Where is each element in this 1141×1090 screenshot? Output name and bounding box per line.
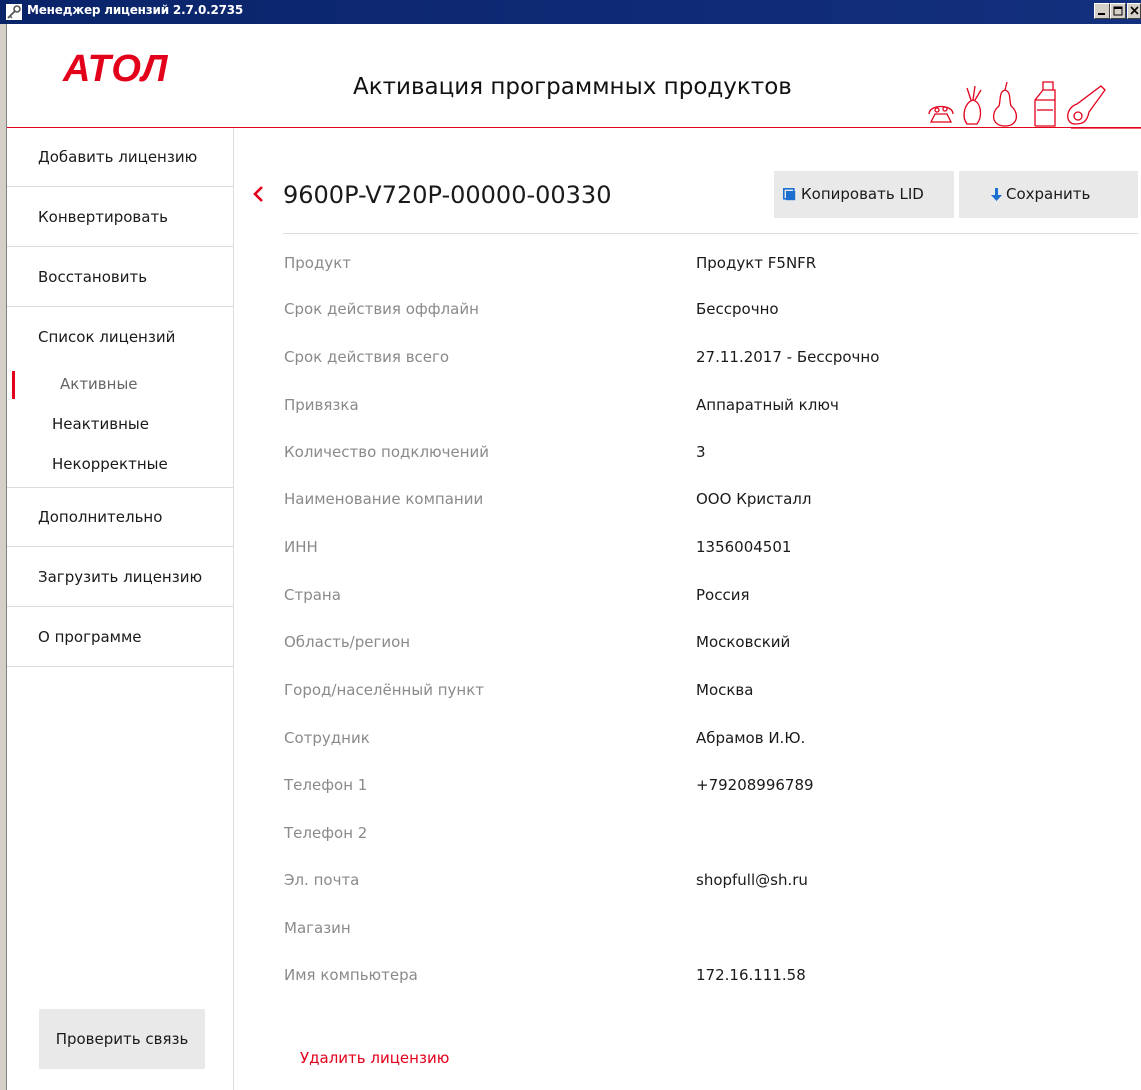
key-icon (6, 4, 22, 20)
sidebar-subitem-active[interactable]: Активные (60, 375, 138, 393)
field-value-city: Москва (696, 681, 754, 699)
save-label: Сохранить (1006, 185, 1091, 203)
page-title: Активация программных продуктов (353, 74, 792, 100)
sidebar-item-restore[interactable]: Восстановить (7, 248, 233, 307)
field-value-computer-name: 172.16.111.58 (696, 966, 806, 984)
field-value-region: Московский (696, 633, 791, 651)
field-label-binding: Привязка (284, 396, 359, 414)
delete-license-link[interactable]: Удалить лицензию (300, 1049, 449, 1067)
field-value-email: shopfull@sh.ru (696, 871, 808, 889)
field-value-employee: Абрамов И.Ю. (696, 729, 806, 747)
copy-icon (783, 188, 796, 201)
field-label-store: Магазин (284, 919, 351, 937)
field-value-binding: Аппаратный ключ (696, 396, 839, 414)
field-label-offline-term: Срок действия оффлайн (284, 300, 479, 318)
field-label-product: Продукт (284, 254, 352, 272)
field-label-region: Область/регион (284, 633, 411, 651)
field-value-connections: 3 (696, 443, 706, 461)
field-label-country: Страна (284, 586, 341, 604)
save-button[interactable]: Сохранить (959, 171, 1138, 218)
back-chevron-icon[interactable] (252, 184, 266, 204)
sidebar-item-additional[interactable]: Дополнительно (7, 488, 233, 547)
field-label-email: Эл. почта (284, 871, 360, 889)
window-title-bar[interactable]: Менеджер лицензий 2.7.0.2735 (0, 0, 1141, 24)
sidebar-subitem-incorrect[interactable]: Некорректные (52, 455, 168, 473)
copy-lid-button[interactable]: Копировать LID (774, 171, 954, 218)
active-item-marker (12, 371, 15, 399)
field-label-phone-1: Телефон 1 (284, 776, 368, 794)
minimize-button[interactable] (1094, 3, 1110, 19)
sidebar-item-upload-license[interactable]: Загрузить лицензию (7, 548, 233, 607)
window-frame (0, 24, 7, 1090)
close-button[interactable] (1127, 3, 1141, 19)
window-title: Менеджер лицензий 2.7.0.2735 (27, 3, 244, 17)
atol-logo: АТОЛ (63, 48, 169, 90)
sidebar-item-add-license[interactable]: Добавить лицензию (7, 128, 233, 187)
maximize-button[interactable] (1110, 3, 1126, 19)
field-value-product: Продукт F5NFR (696, 254, 817, 272)
field-label-city: Город/населённый пункт (284, 681, 485, 699)
sidebar-subitem-inactive[interactable]: Неактивные (52, 415, 149, 433)
field-label-total-term: Срок действия всего (284, 348, 450, 366)
products-decoration-icon (928, 81, 1141, 129)
field-value-company: ООО Кристалл (696, 490, 812, 508)
field-value-total-term: 27.11.2017 - Бессрочно (696, 348, 880, 366)
field-value-country: Россия (696, 586, 750, 604)
download-arrow-icon (991, 188, 1002, 201)
license-lid: 9600P-V720P-00000-00330 (283, 181, 612, 209)
field-value-phone-1: +79208996789 (696, 776, 814, 794)
field-label-phone-2: Телефон 2 (284, 824, 368, 842)
copy-lid-label: Копировать LID (801, 185, 924, 203)
field-label-employee: Сотрудник (284, 729, 370, 747)
field-value-inn: 1356004501 (696, 538, 792, 556)
sidebar-item-convert[interactable]: Конвертировать (7, 188, 233, 247)
field-label-connections: Количество подключений (284, 443, 490, 461)
field-label-computer-name: Имя компьютера (284, 966, 418, 984)
field-value-offline-term: Бессрочно (696, 300, 779, 318)
minimize-icon (1098, 13, 1105, 15)
close-icon (1130, 6, 1139, 15)
field-label-inn: ИНН (284, 538, 318, 556)
sidebar-item-about[interactable]: О программе (7, 608, 233, 667)
check-connection-button[interactable]: Проверить связь (39, 1009, 205, 1069)
title-divider (283, 233, 1138, 234)
maximize-icon (1113, 6, 1123, 16)
sidebar: Добавить лицензию Конвертировать Восстан… (7, 128, 234, 1090)
field-label-company: Наименование компании (284, 490, 484, 508)
